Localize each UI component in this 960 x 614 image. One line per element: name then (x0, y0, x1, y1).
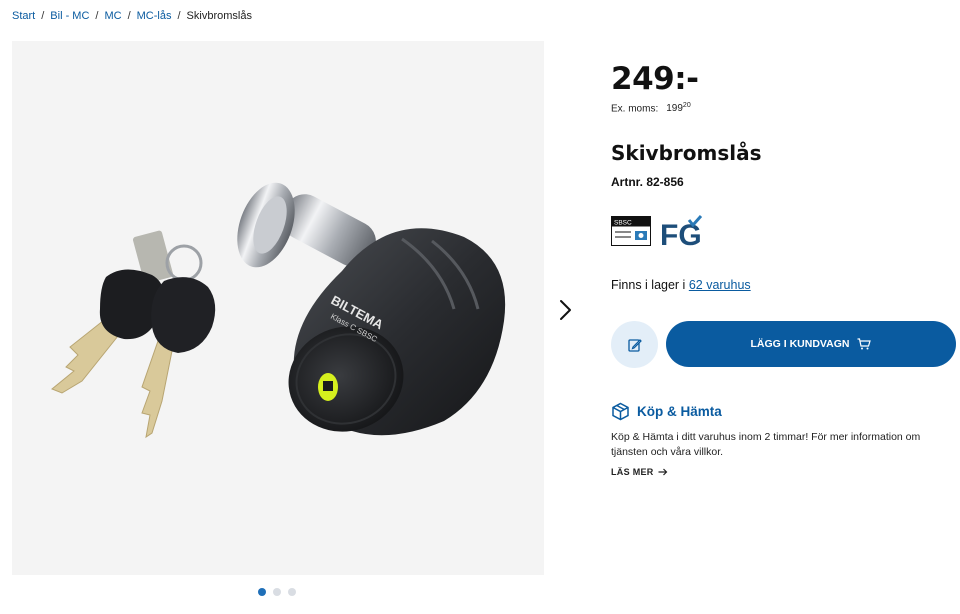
stock-status: Finns i lager i 62 varuhus (611, 278, 751, 292)
product-price: 249:- (611, 61, 699, 97)
add-to-cart-button[interactable]: LÄGG I KUNDVAGN (666, 321, 956, 367)
fg-badge-icon: FG (660, 215, 703, 248)
package-icon (612, 402, 629, 421)
click-collect-title: Köp & Hämta (637, 404, 722, 419)
click-collect-heading: Köp & Hämta (611, 402, 722, 421)
breadcrumb-separator: / (177, 10, 181, 22)
breadcrumb-separator: / (41, 10, 45, 22)
click-collect-text: Köp & Hämta i ditt varuhus inom 2 timmar… (611, 431, 921, 458)
ex-vat-label: Ex. moms: (611, 103, 659, 115)
gallery-dot[interactable] (288, 588, 296, 596)
add-to-cart-label: LÄGG I KUNDVAGN (750, 338, 850, 350)
breadcrumb: Start / Bil - MC / MC / MC-lås / Skivbro… (12, 10, 252, 22)
breadcrumb-mc-las[interactable]: MC-lås (137, 10, 172, 22)
breadcrumb-separator: / (127, 10, 131, 22)
read-more-label: LÄS MER (611, 467, 654, 477)
stores-link[interactable]: 62 varuhus (689, 278, 751, 292)
breadcrumb-start[interactable]: Start (12, 10, 35, 22)
certification-badges: SBSC FG (611, 214, 703, 248)
breadcrumb-mc[interactable]: MC (104, 10, 121, 22)
sbsc-label: SBSC (614, 220, 632, 227)
chevron-right-icon (560, 300, 571, 320)
product-title: Skivbromslås (611, 141, 762, 165)
read-more-link[interactable]: LÄS MER (611, 467, 668, 477)
gallery-dot[interactable] (258, 588, 266, 596)
breadcrumb-current: Skivbromslås (186, 10, 252, 22)
article-number: Artnr. 82-856 (611, 175, 684, 189)
gallery-dot[interactable] (273, 588, 281, 596)
ex-vat-value: 199 (666, 103, 683, 115)
breadcrumb-separator: / (95, 10, 99, 22)
gallery-pagination (258, 588, 296, 596)
sbsc-badge-icon: SBSC (611, 216, 651, 246)
edit-button[interactable] (611, 321, 658, 368)
gallery-next-button[interactable] (553, 297, 577, 323)
ex-vat-decimals: 20 (682, 102, 691, 109)
stock-prefix: Finns i lager i (611, 278, 689, 292)
product-image: BILTEMA Klass C SBSC (51, 182, 506, 439)
product-image-gallery[interactable]: BILTEMA Klass C SBSC (12, 41, 544, 575)
arrow-right-icon (658, 468, 667, 476)
breadcrumb-bil-mc[interactable]: Bil - MC (50, 10, 89, 22)
edit-icon (627, 338, 642, 352)
price-ex-vat: Ex. moms: 19920 (611, 102, 691, 114)
cart-icon (857, 338, 872, 350)
